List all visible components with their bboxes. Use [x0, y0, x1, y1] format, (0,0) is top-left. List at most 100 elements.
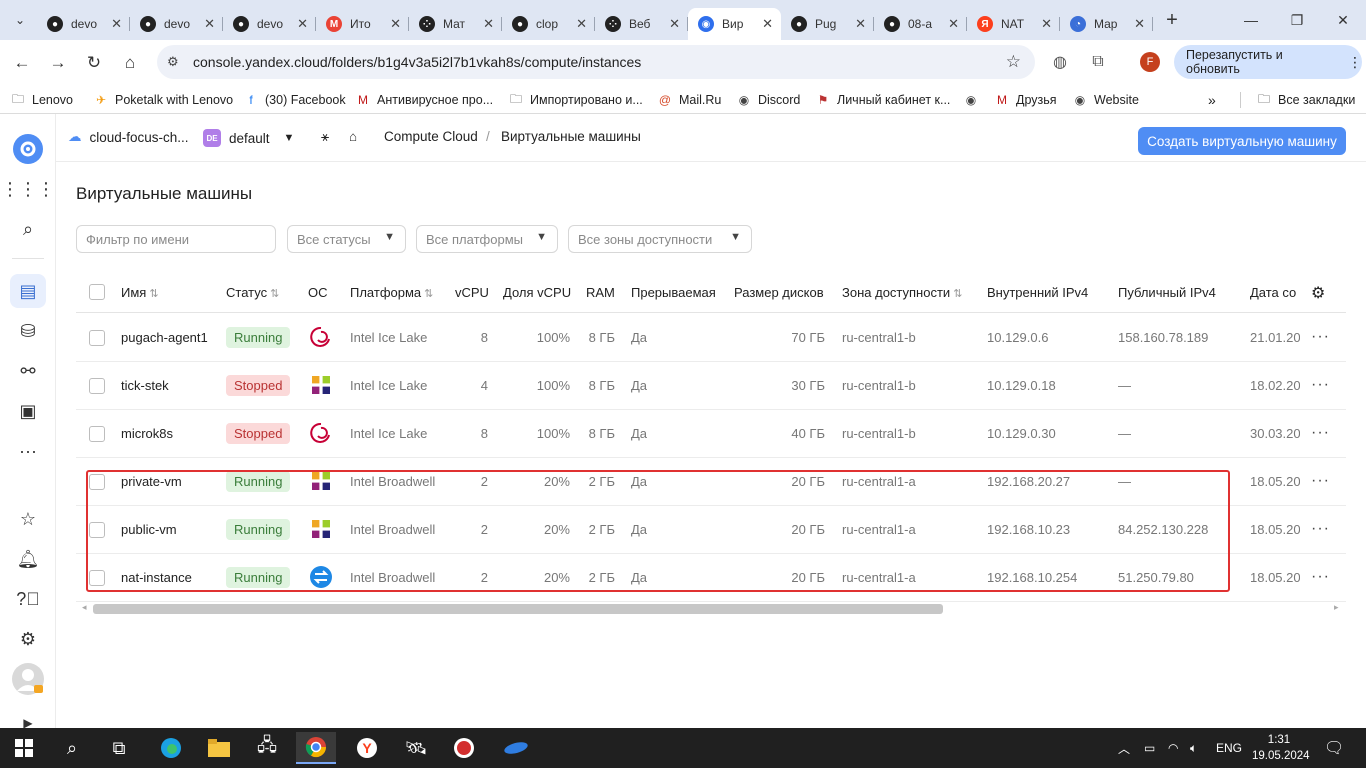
- address-bar[interactable]: ⚙ console.yandex.cloud/folders/b1g4v3a5i…: [157, 45, 1035, 79]
- profile-avatar[interactable]: F: [1133, 45, 1167, 79]
- col-name[interactable]: Имя ⇅: [121, 285, 159, 300]
- select-all-checkbox[interactable]: [89, 284, 105, 300]
- close-tab-icon[interactable]: ✕: [390, 16, 401, 32]
- tab-search-button[interactable]: ⌄: [7, 7, 33, 33]
- zone-filter-select[interactable]: Все зоны доступности ▼: [568, 225, 752, 253]
- row-checkbox[interactable]: [89, 474, 105, 490]
- row-actions-more-icon[interactable]: ···: [1311, 328, 1330, 346]
- bookmark-item[interactable]: ◉ Discord: [736, 92, 801, 108]
- row-checkbox[interactable]: [89, 378, 105, 394]
- platform-filter-select[interactable]: Все платформы ▼: [416, 225, 558, 253]
- bookmark-item[interactable]: M Антивирусное про...: [355, 92, 493, 108]
- browser-tab[interactable]: M Ито ✕: [316, 8, 409, 40]
- help-icon[interactable]: ?⃝: [10, 582, 46, 616]
- folder-selector[interactable]: DE default ▼: [203, 129, 294, 147]
- show-hidden-icons-chevron-icon[interactable]: ︿: [1118, 728, 1130, 768]
- browser-tab[interactable]: Я NAT ✕: [967, 8, 1060, 40]
- browser-tab[interactable]: ⁘ Мат ✕: [409, 8, 502, 40]
- url-text[interactable]: console.yandex.cloud/folders/b1g4v3a5i2l…: [193, 54, 641, 70]
- more-bookmarks-chevron-icon[interactable]: »: [1208, 92, 1216, 108]
- close-tab-icon[interactable]: ✕: [855, 16, 866, 32]
- new-tab-button[interactable]: +: [1157, 9, 1187, 32]
- more-icon[interactable]: ···: [10, 434, 46, 468]
- task-view-icon[interactable]: ⧉: [99, 732, 139, 764]
- vm-name[interactable]: public-vm: [121, 522, 177, 537]
- edge-icon[interactable]: [151, 732, 191, 764]
- notifications-icon[interactable]: 🗨︎: [1324, 728, 1344, 768]
- windows-start-icon[interactable]: [4, 732, 44, 764]
- browser-tab[interactable]: ● devo ✕: [223, 8, 316, 40]
- browser-tab[interactable]: ◔ Мар ✕: [1060, 8, 1153, 40]
- name-filter-input[interactable]: Фильтр по имени: [76, 225, 276, 253]
- row-actions-more-icon[interactable]: ···: [1311, 472, 1330, 490]
- vm-name[interactable]: nat-instance: [121, 570, 192, 585]
- row-actions-more-icon[interactable]: ···: [1311, 424, 1330, 442]
- extensions-icon[interactable]: ⧉: [1081, 45, 1115, 79]
- search-icon[interactable]: ⌕: [10, 212, 46, 246]
- back-button[interactable]: ←: [4, 45, 40, 81]
- restore-button[interactable]: ❐: [1274, 0, 1320, 40]
- table-row[interactable]: public-vm Running Intel Broadwell 2 20% 2 ГБ Д…: [76, 506, 1346, 554]
- vm-name[interactable]: microk8s: [121, 426, 173, 441]
- browser-tab[interactable]: ● 08-а ✕: [874, 8, 967, 40]
- restart-update-button[interactable]: Перезапустить и обновить ⋮: [1174, 45, 1362, 79]
- services-grid-icon[interactable]: ⋮⋮⋮: [1, 172, 55, 206]
- bookmark-item[interactable]: M Друзья: [994, 92, 1057, 108]
- horizontal-scrollbar[interactable]: [93, 604, 943, 614]
- create-vm-button[interactable]: Создать виртуальную машину: [1138, 127, 1346, 155]
- notifications-bell-icon[interactable]: 🔔︎: [10, 542, 46, 576]
- close-tab-icon[interactable]: ✕: [111, 16, 122, 32]
- home-icon[interactable]: ⌂: [349, 129, 357, 144]
- favorites-star-icon[interactable]: ☆: [10, 502, 46, 536]
- app-icon[interactable]: [444, 732, 484, 764]
- chrome-icon[interactable]: [296, 732, 336, 764]
- row-actions-more-icon[interactable]: ···: [1311, 520, 1330, 538]
- close-tab-icon[interactable]: ✕: [1134, 16, 1145, 32]
- row-checkbox[interactable]: [89, 330, 105, 346]
- close-tab-icon[interactable]: ✕: [669, 16, 680, 32]
- file-explorer-icon[interactable]: [199, 732, 239, 764]
- row-actions-more-icon[interactable]: ···: [1311, 376, 1330, 394]
- browser-tab[interactable]: ◉ Вир ✕: [688, 8, 781, 40]
- app-icon[interactable]: [496, 732, 536, 764]
- table-row[interactable]: nat-instance Running Intel Broadwell 2 20% 2 …: [76, 554, 1346, 602]
- translate-icon[interactable]: ◍: [1043, 45, 1077, 79]
- disks-icon[interactable]: ⛁: [10, 314, 46, 348]
- scroll-left-arrow-icon[interactable]: ◂: [82, 602, 87, 613]
- close-tab-icon[interactable]: ✕: [948, 16, 959, 32]
- battery-icon[interactable]: ▭: [1144, 728, 1155, 768]
- browser-tab[interactable]: ⁘ Веб ✕: [595, 8, 688, 40]
- close-tab-icon[interactable]: ✕: [204, 16, 215, 32]
- network-app-icon[interactable]: 🖧: [247, 732, 287, 764]
- col-platform[interactable]: Платформа ⇅: [350, 285, 433, 300]
- settings-gear-icon[interactable]: ⚙: [10, 622, 46, 656]
- browser-tab[interactable]: ● devo ✕: [130, 8, 223, 40]
- all-bookmarks-button[interactable]: 🗀 Все закладки: [1256, 92, 1355, 108]
- vm-name[interactable]: private-vm: [121, 474, 182, 489]
- images-icon[interactable]: ▣: [10, 394, 46, 428]
- network-icon[interactable]: ⚯: [10, 354, 46, 388]
- scroll-right-arrow-icon[interactable]: ▸: [1334, 602, 1339, 613]
- vm-name[interactable]: tick-stek: [121, 378, 169, 393]
- table-row[interactable]: microk8s Stopped Intel Ice Lake 8 100% 8 ГБ Да…: [76, 410, 1346, 458]
- user-avatar-icon[interactable]: [10, 662, 46, 696]
- bookmark-star-icon[interactable]: ☆: [1006, 52, 1021, 72]
- bookmark-item[interactable]: 🗀 Импортировано и...: [508, 92, 643, 108]
- close-tab-icon[interactable]: ✕: [297, 16, 308, 32]
- bookmark-item[interactable]: ◉: [963, 92, 985, 108]
- col-status[interactable]: Статус ⇅: [226, 285, 279, 300]
- search-icon[interactable]: ⌕: [52, 732, 92, 764]
- browser-tab[interactable]: ● clop ✕: [502, 8, 595, 40]
- language-indicator[interactable]: ENG: [1216, 728, 1242, 768]
- wifi-icon[interactable]: ◠: [1168, 728, 1178, 768]
- table-row[interactable]: private-vm Running Intel Broadwell 2 20% 2 ГБ…: [76, 458, 1346, 506]
- forward-button[interactable]: →: [40, 45, 76, 81]
- bookmark-item[interactable]: ✈ Poketalk with Lenovo: [93, 92, 233, 108]
- bookmark-item[interactable]: @ Mail.Ru: [657, 92, 721, 108]
- site-info-icon[interactable]: ⚙: [167, 54, 187, 70]
- close-window-button[interactable]: ✕: [1320, 0, 1366, 40]
- yandex-browser-icon[interactable]: Y: [347, 732, 387, 764]
- service-switch-icon[interactable]: ⚹: [321, 129, 329, 145]
- close-tab-icon[interactable]: ✕: [762, 16, 773, 32]
- browser-tab[interactable]: ● devo ✕: [37, 8, 130, 40]
